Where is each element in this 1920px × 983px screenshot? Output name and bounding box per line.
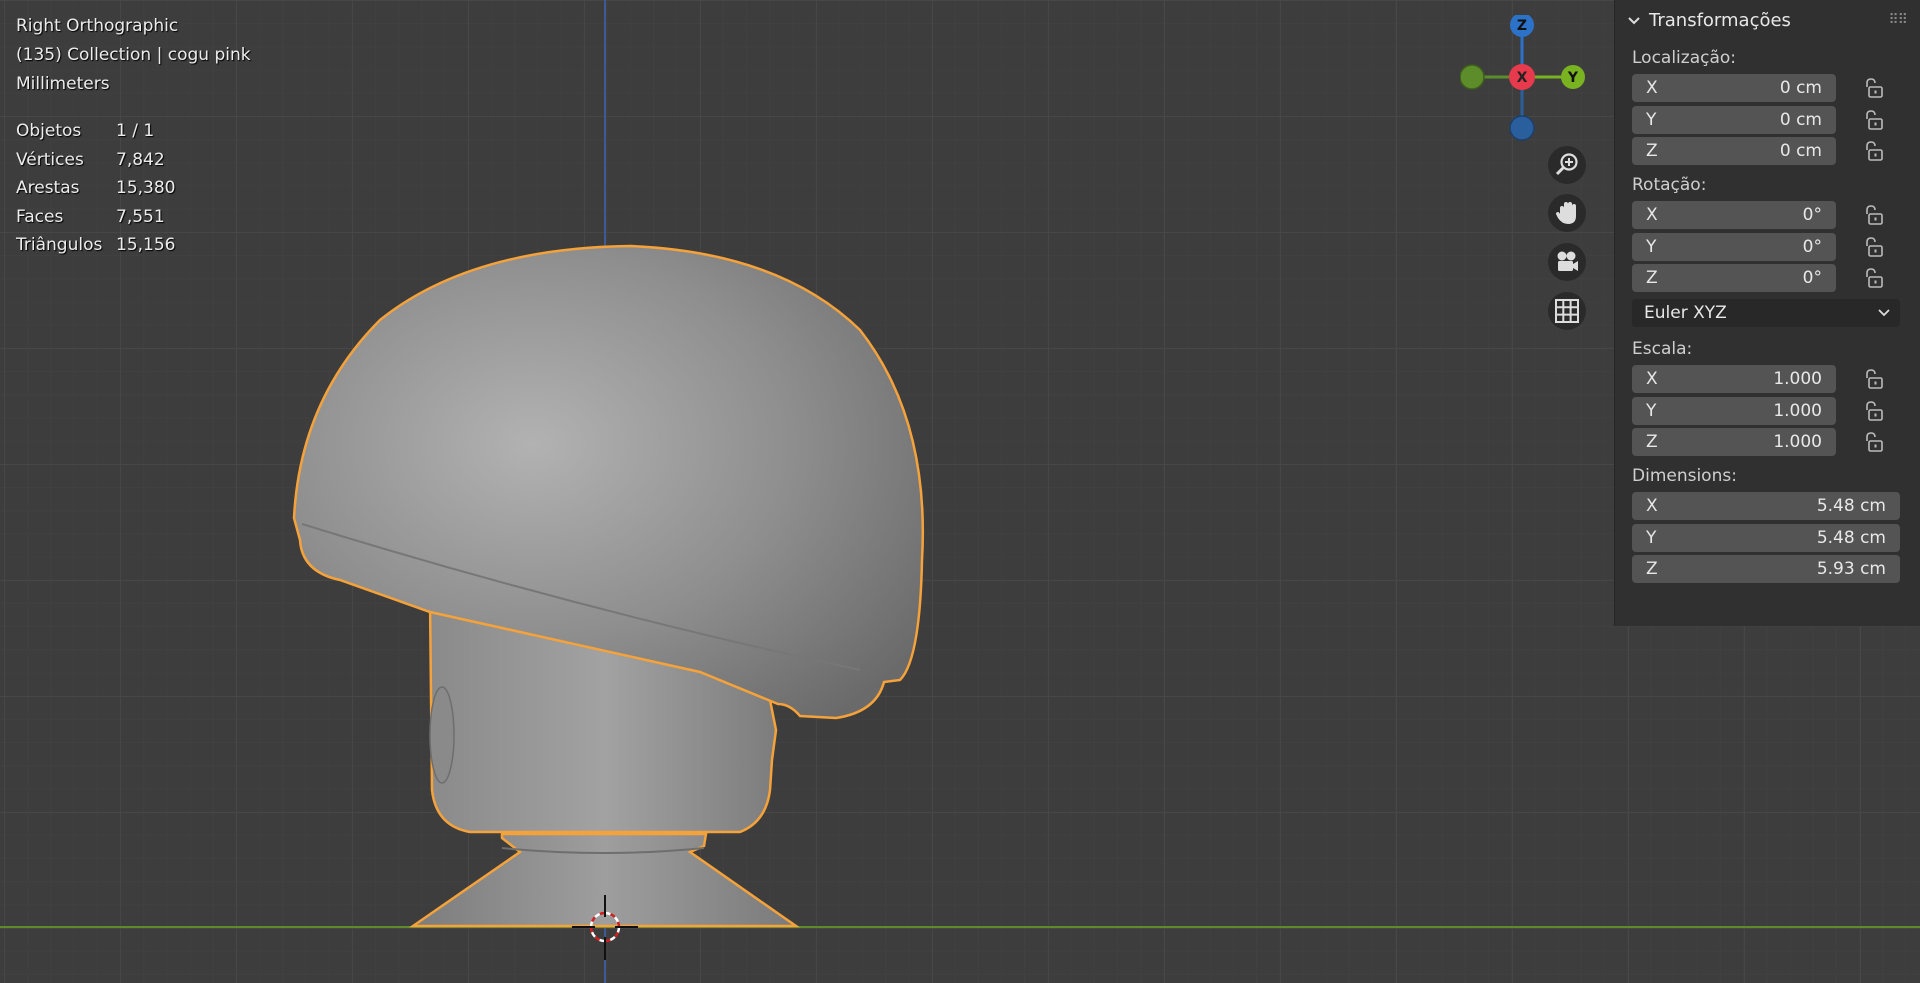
dimensions-label: Dimensions: (1632, 466, 1737, 487)
scale-y-field[interactable]: Y 1.000 (1632, 396, 1836, 425)
navigation-gizmo[interactable]: Z Y X (1460, 15, 1590, 145)
chevron-down-icon (1627, 10, 1641, 31)
camera-icon (1557, 251, 1578, 271)
chevron-down-icon (1878, 305, 1890, 321)
drag-grip-icon[interactable]: ⠿⠿ (1888, 12, 1907, 28)
gizmo-neg-z[interactable] (1509, 115, 1535, 141)
hand-pan-icon (1556, 202, 1576, 224)
gizmo-neg-y[interactable] (1460, 64, 1485, 90)
unlock-icon[interactable] (1862, 400, 1884, 422)
gizmo-z-label: Z (1517, 18, 1527, 34)
unlock-icon[interactable] (1862, 77, 1884, 99)
rotation-y-field[interactable]: Y 0° (1632, 232, 1836, 261)
unlock-icon[interactable] (1862, 204, 1884, 226)
panel-title: Transformações (1649, 9, 1791, 31)
transform-panel-header[interactable]: Transformações ⠿⠿ (1615, 0, 1920, 40)
rotation-mode-select[interactable]: Euler XYZ (1632, 299, 1900, 328)
scale-x-field[interactable]: X 1.000 (1632, 364, 1836, 393)
unlock-icon[interactable] (1862, 267, 1884, 289)
unlock-icon[interactable] (1862, 140, 1884, 162)
unlock-icon[interactable] (1862, 109, 1884, 131)
gizmo-x-label: X (1517, 70, 1528, 86)
location-z-field[interactable]: Z0 cm (1632, 137, 1836, 166)
cap-part (292, 244, 925, 720)
dimensions-x-field[interactable]: X 5.48 cm (1632, 492, 1900, 521)
unlock-icon[interactable] (1862, 368, 1884, 390)
camera-view-button[interactable] (1548, 243, 1586, 281)
location-y-field[interactable]: Y0 cm (1632, 105, 1836, 134)
unlock-icon[interactable] (1862, 431, 1884, 453)
rotation-label: Rotação: (1632, 175, 1707, 196)
grid-icon (1555, 299, 1579, 323)
gizmo-y-label: Y (1567, 70, 1579, 86)
rotation-z-field[interactable]: Z 0° (1632, 264, 1836, 293)
zoom-icon (1555, 153, 1578, 176)
dimensions-z-field[interactable]: Z 5.93 cm (1632, 555, 1900, 584)
unlock-icon[interactable] (1862, 236, 1884, 258)
dimensions-y-field[interactable]: Y 5.48 cm (1632, 523, 1900, 552)
rotation-x-field[interactable]: X 0° (1632, 200, 1836, 229)
scale-z-field[interactable]: Z 1.000 (1632, 428, 1836, 457)
location-label: Localização: (1632, 48, 1737, 68)
transform-panel: Transformações ⠿⠿ Localização: X0 cm Y0 … (1614, 0, 1920, 626)
pan-button[interactable] (1548, 194, 1586, 232)
scale-label: Escala: (1632, 339, 1693, 360)
perspective-toggle-button[interactable] (1548, 292, 1586, 330)
location-x-field[interactable]: X0 cm (1632, 73, 1836, 102)
zoom-button[interactable] (1548, 146, 1586, 184)
